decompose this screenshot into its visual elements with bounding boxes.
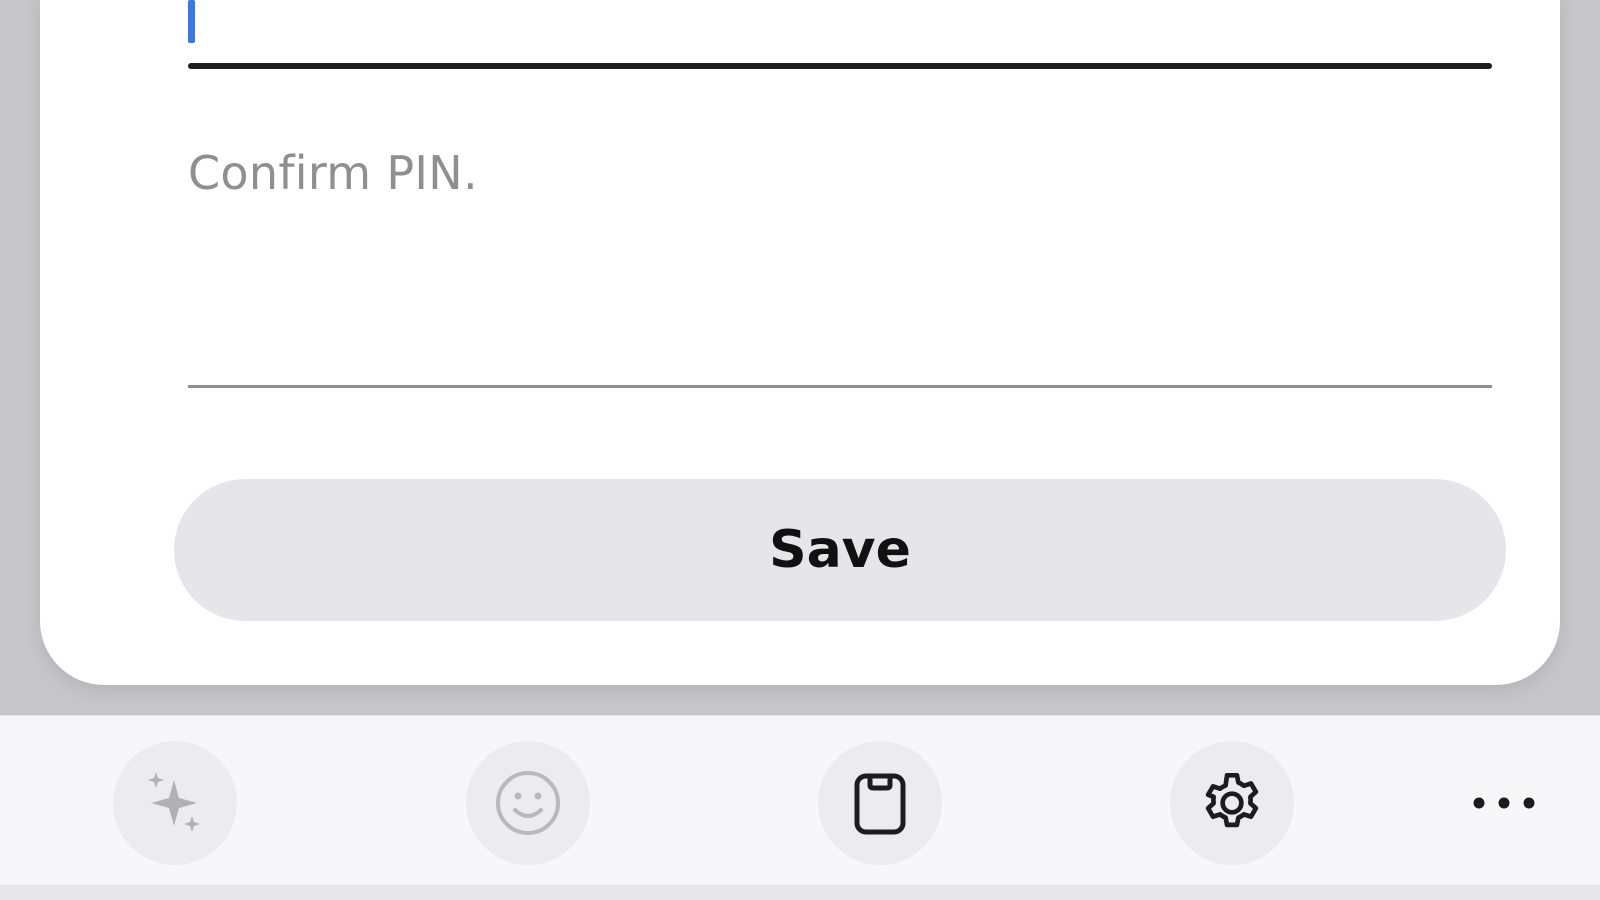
settings-button[interactable] [1170,741,1294,865]
more-button[interactable] [1442,741,1566,865]
emoji-button[interactable] [466,741,590,865]
more-icon [1473,797,1535,809]
gear-icon [1205,772,1259,828]
writing-tools-button[interactable] [113,741,237,865]
clipboard-icon [854,773,906,835]
pin-field-underline-active [188,63,1492,69]
smiley-icon [496,771,560,835]
pin-card: Confirm PIN. Save [40,0,1560,685]
confirm-pin-input[interactable] [188,140,1492,380]
keyboard-toolbar [0,715,1600,886]
save-button[interactable]: Save [174,479,1506,621]
clipboard-button[interactable] [818,741,942,865]
toolbar-bottom-strip [0,885,1600,900]
sparkles-icon [148,772,200,832]
confirm-pin-underline [188,385,1492,388]
text-cursor [188,0,195,43]
